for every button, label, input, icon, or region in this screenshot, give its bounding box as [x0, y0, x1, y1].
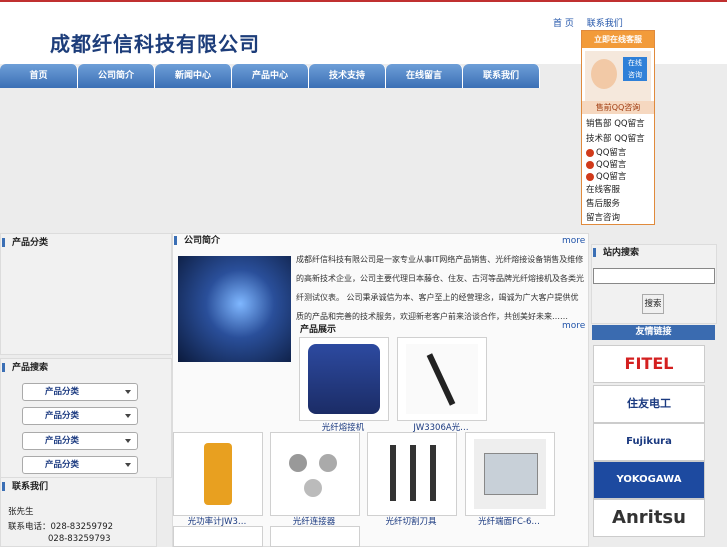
nav-item-news[interactable]: 新闻中心 [155, 64, 232, 88]
links-title: 友情链接 [592, 325, 715, 340]
cs-row-3[interactable]: QQ留言 [586, 146, 626, 158]
site-search-title: 站内搜索 [593, 246, 639, 260]
search-input[interactable] [593, 268, 715, 284]
contact-link[interactable]: 联系我们 [587, 19, 623, 29]
cs-row-4[interactable]: QQ留言 [586, 158, 626, 170]
chevron-down-icon [125, 439, 131, 443]
brand-sumitomo[interactable]: 住友电工 [593, 385, 705, 423]
customer-service-panel: 立即在线客服 在线 咨询 售前QQ咨询 销售部 QQ留言 技术部 QQ留言 QQ留… [581, 30, 655, 225]
nav-item-support[interactable]: 技术支持 [309, 64, 386, 88]
category-dropdown-3[interactable]: 产品分类 [22, 432, 138, 450]
qq-icon [586, 160, 594, 169]
qq-icon [586, 148, 594, 157]
intro-text: 成都纤信科技有限公司是一家专业从事IT网络产品销售、光纤熔接设备销售及维修的高新… [296, 255, 584, 321]
nav-item-home[interactable]: 首页 [0, 64, 78, 88]
nav-item-about[interactable]: 公司简介 [78, 64, 155, 88]
category-title: 产品分类 [2, 236, 48, 250]
intro-more-link[interactable]: more [562, 236, 585, 246]
category-dropdown-4[interactable]: 产品分类 [22, 456, 138, 474]
product-card-8[interactable] [270, 526, 360, 547]
cs-row-8[interactable]: 留言咨询 [586, 211, 620, 223]
company-logo: 成都纤信科技有限公司 [50, 32, 260, 56]
product-label-6[interactable]: 光纤端面FC-6… [463, 515, 555, 527]
category-box [0, 233, 172, 355]
contact-name: 张先生 [8, 507, 34, 517]
contact-title: 联系我们 [2, 480, 48, 494]
cs-row-6[interactable]: 在线客服 [586, 183, 620, 195]
cs-row-7[interactable]: 售后服务 [586, 197, 620, 209]
cs-row-5[interactable]: QQ留言 [586, 170, 626, 182]
nav-item-products[interactable]: 产品中心 [232, 64, 309, 88]
product-card-6[interactable] [465, 432, 555, 516]
product-card-7[interactable] [173, 526, 263, 547]
cs-sub: 售前QQ咨询 [582, 101, 654, 114]
product-search-title: 产品搜索 [2, 361, 48, 375]
contact-phone-row: 联系电话：028-83259792 [8, 522, 114, 532]
brand-fujikura[interactable]: Fujikura [593, 423, 705, 461]
top-links: 首 页 联系我们 [553, 16, 633, 29]
product-label-5[interactable]: 光纤切割刀具 [365, 515, 457, 527]
category-dropdown-1[interactable]: 产品分类 [22, 383, 138, 401]
intro-title: 公司简介 [174, 234, 220, 248]
brand-yokogawa[interactable]: YOKOGAWA [593, 461, 705, 499]
nav-item-message[interactable]: 在线留言 [386, 64, 463, 88]
search-button[interactable]: 搜索 [642, 294, 664, 314]
product-card-2[interactable] [397, 337, 487, 421]
cs-row-1[interactable]: 销售部 QQ留言 [586, 117, 645, 129]
chevron-down-icon [125, 414, 131, 418]
product-card-4[interactable] [270, 432, 360, 516]
brand-fitel[interactable]: FITEL [593, 345, 705, 383]
product-card-1[interactable] [299, 337, 389, 421]
intro-image [178, 256, 291, 362]
brand-anritsu[interactable]: Anritsu [593, 499, 705, 537]
main-nav: 首页 公司简介 新闻中心 产品中心 技术支持 在线留言 联系我们 [0, 64, 540, 88]
chevron-down-icon [125, 390, 131, 394]
product-card-5[interactable] [367, 432, 457, 516]
product-more-link[interactable]: more [562, 321, 585, 331]
category-dropdown-2[interactable]: 产品分类 [22, 407, 138, 425]
chevron-down-icon [125, 463, 131, 467]
cs-row-2[interactable]: 技术部 QQ留言 [586, 132, 645, 144]
contact-phone-2: 028-83259793 [48, 534, 111, 544]
nav-item-contact[interactable]: 联系我们 [463, 64, 540, 88]
qq-icon [586, 172, 594, 181]
product-card-3[interactable] [173, 432, 263, 516]
product-title: 产品展示 [300, 325, 337, 335]
cs-head: 立即在线客服 [582, 31, 654, 48]
home-link[interactable]: 首 页 [553, 19, 574, 29]
